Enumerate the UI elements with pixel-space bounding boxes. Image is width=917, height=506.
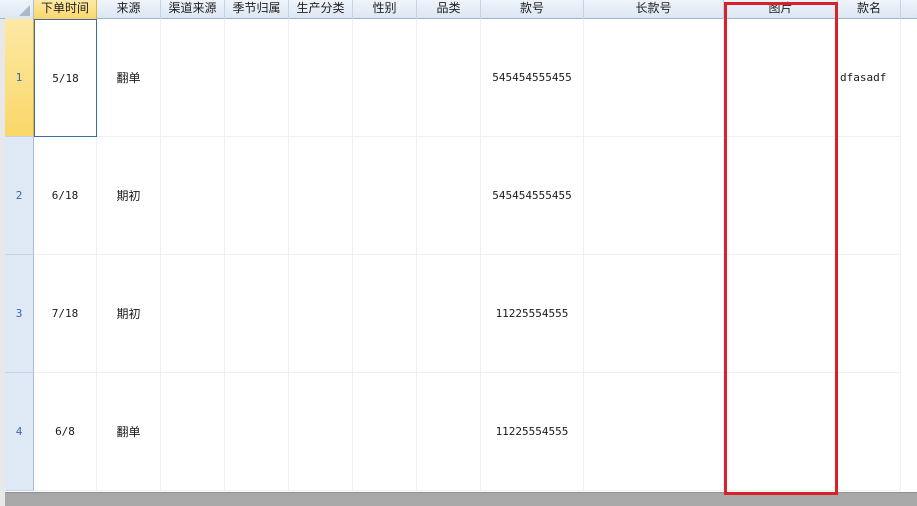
cell-season[interactable] [225, 137, 289, 255]
cell-image[interactable] [724, 255, 838, 373]
row-header[interactable]: 4 [5, 373, 34, 491]
cell-long-style-no[interactable] [584, 255, 724, 373]
cell-production-category[interactable] [289, 255, 353, 373]
cell-source[interactable]: 期初 [97, 255, 161, 373]
cell-season[interactable] [225, 255, 289, 373]
column-header-image[interactable]: 图片 [724, 0, 838, 19]
cell-category[interactable] [417, 137, 481, 255]
cell-season[interactable] [225, 19, 289, 137]
cell-gender[interactable] [353, 255, 417, 373]
cell-production-category[interactable] [289, 137, 353, 255]
cell-production-category[interactable] [289, 373, 353, 491]
column-header-source[interactable]: 来源 [97, 0, 161, 19]
cell-style-no[interactable]: 11225554555 [481, 255, 584, 373]
data-grid: 下单时间 来源 渠道来源 季节归属 生产分类 性别 品类 款号 长款号 图片 款名 1 5/18 翻单 5… [0, 0, 917, 506]
cell-style-name[interactable]: dfasadf [838, 19, 901, 137]
cell-long-style-no[interactable] [584, 373, 724, 491]
horizontal-scrollbar-area[interactable] [5, 492, 917, 506]
row-header[interactable]: 2 [5, 137, 34, 255]
select-all-icon [19, 5, 30, 16]
cell-channel-source[interactable] [161, 19, 225, 137]
select-all-corner[interactable] [5, 0, 34, 19]
cell-style-no[interactable]: 545454555455 [481, 19, 584, 137]
cell-image[interactable] [724, 19, 838, 137]
cell-order-time[interactable]: 6/18 [34, 137, 97, 255]
cell-style-no[interactable]: 545454555455 [481, 137, 584, 255]
column-header-channel-source[interactable]: 渠道来源 [161, 0, 225, 19]
cell-gender[interactable] [353, 373, 417, 491]
column-header-production-category[interactable]: 生产分类 [289, 0, 353, 19]
column-header-order-time[interactable]: 下单时间 [34, 0, 97, 19]
cell-image[interactable] [724, 373, 838, 491]
cell-order-time[interactable]: 7/18 [34, 255, 97, 373]
column-header-category[interactable]: 品类 [417, 0, 481, 19]
cell-gender[interactable] [353, 19, 417, 137]
cell-order-time[interactable]: 6/8 [34, 373, 97, 491]
cell-channel-source[interactable] [161, 373, 225, 491]
cell-source[interactable]: 翻单 [97, 19, 161, 137]
column-header-season[interactable]: 季节归属 [225, 0, 289, 19]
cell-image[interactable] [724, 137, 838, 255]
column-header-long-style-no[interactable]: 长款号 [584, 0, 724, 19]
column-header-style-no[interactable]: 款号 [481, 0, 584, 19]
row-header[interactable]: 3 [5, 255, 34, 373]
cell-channel-source[interactable] [161, 137, 225, 255]
cell-season[interactable] [225, 373, 289, 491]
column-header-gender[interactable]: 性别 [353, 0, 417, 19]
cell-category[interactable] [417, 373, 481, 491]
column-header-style-name[interactable]: 款名 [838, 0, 901, 19]
cell-style-name[interactable] [838, 373, 901, 491]
cell-style-name[interactable] [838, 137, 901, 255]
cell-category[interactable] [417, 255, 481, 373]
cell-production-category[interactable] [289, 19, 353, 137]
cell-style-no[interactable]: 11225554555 [481, 373, 584, 491]
cell-order-time[interactable]: 5/18 [34, 19, 97, 137]
cell-style-name[interactable] [838, 255, 901, 373]
cell-long-style-no[interactable] [584, 19, 724, 137]
cell-source[interactable]: 翻单 [97, 373, 161, 491]
cell-source[interactable]: 期初 [97, 137, 161, 255]
row-header[interactable]: 1 [5, 19, 34, 137]
cell-category[interactable] [417, 19, 481, 137]
cell-channel-source[interactable] [161, 255, 225, 373]
cell-long-style-no[interactable] [584, 137, 724, 255]
cell-gender[interactable] [353, 137, 417, 255]
